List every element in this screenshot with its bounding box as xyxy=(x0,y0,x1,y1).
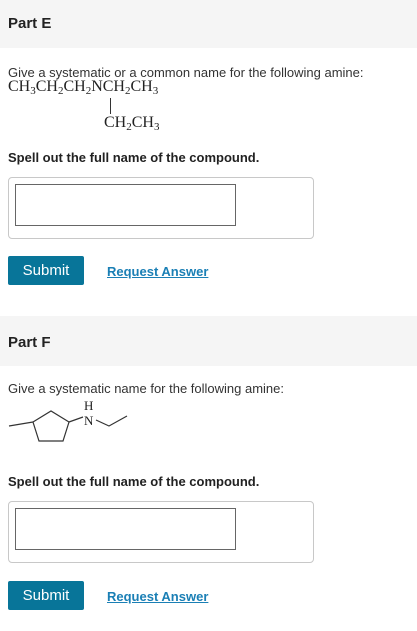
formula-ch3-a: CH xyxy=(8,78,31,95)
part-e-formula-branch: CH2CH3 xyxy=(104,114,160,133)
part-f-answer-box xyxy=(8,501,314,563)
hydrogen-label: H xyxy=(84,398,93,413)
part-e-answer-box xyxy=(8,177,314,239)
part-f-question: Give a systematic name for the following… xyxy=(8,381,285,396)
part-e-title: Part E xyxy=(8,15,52,32)
part-f-submit-button[interactable]: Submit xyxy=(8,581,84,610)
part-e-formula: CH3CH2CH2NCH2CH3 xyxy=(8,78,159,97)
part-f-structure: H N xyxy=(8,398,128,442)
part-f-header: Part F xyxy=(0,316,417,366)
ethyl-chain xyxy=(95,415,128,427)
part-e-request-answer-link[interactable]: Request Answer xyxy=(107,264,208,279)
part-f-answer-input[interactable] xyxy=(15,508,236,550)
ring-to-nitrogen-bond xyxy=(68,416,84,423)
part-e-header: Part E xyxy=(0,0,417,48)
cyclopentane-ring xyxy=(32,410,70,442)
part-e-submit-button[interactable]: Submit xyxy=(8,256,84,285)
formula-nitrogen-group: NCH xyxy=(91,78,125,95)
part-e-instruction: Spell out the full name of the compound. xyxy=(8,150,260,165)
part-f-instruction: Spell out the full name of the compound. xyxy=(8,474,260,489)
part-e-answer-input[interactable] xyxy=(15,184,236,226)
part-f-title: Part F xyxy=(8,334,51,351)
formula-branch-bond xyxy=(110,98,111,114)
structure-bonds xyxy=(8,421,34,427)
nitrogen-label: N xyxy=(84,413,94,428)
part-f-request-answer-link[interactable]: Request Answer xyxy=(107,589,208,604)
